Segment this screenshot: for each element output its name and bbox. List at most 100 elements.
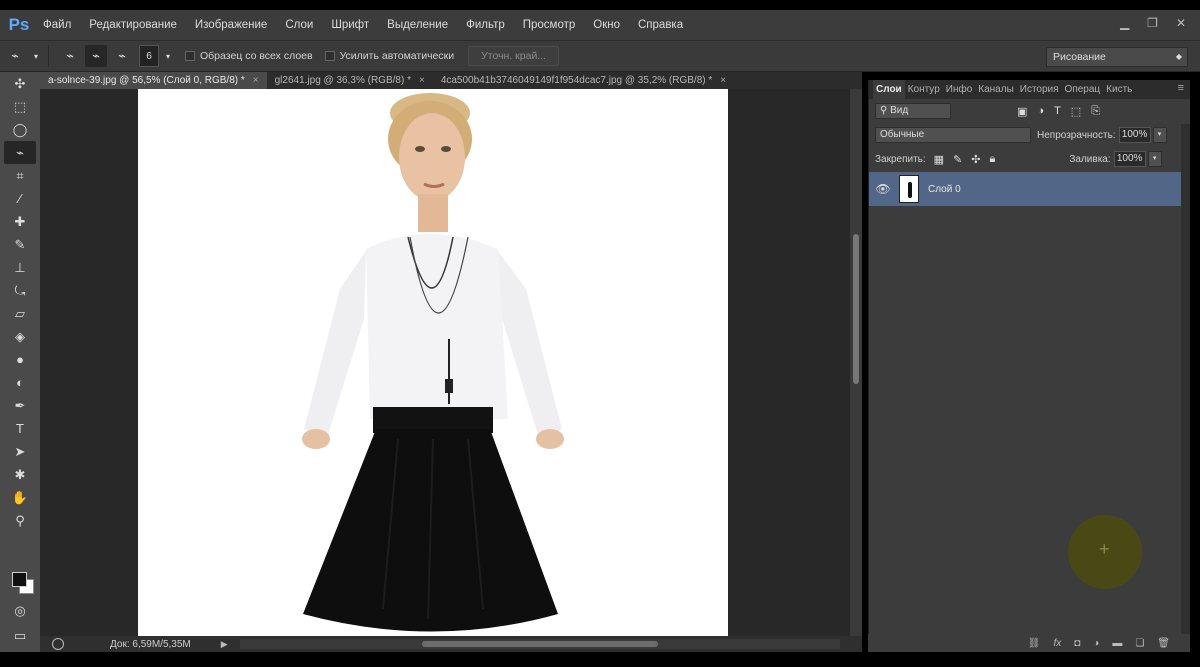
lasso-tool-icon[interactable]: ◯ [0, 118, 40, 141]
opacity-dropdown-icon[interactable]: ▾ [1152, 127, 1167, 143]
workspace-select[interactable]: Рисование ◆ [1046, 47, 1188, 67]
menu-window[interactable]: Окно [584, 10, 629, 40]
close-icon[interactable]: ✕ [1176, 16, 1186, 30]
lock-transparency-icon[interactable]: ▦ [934, 153, 944, 166]
move-tool-icon[interactable]: ✣ [0, 72, 40, 95]
type-tool-icon[interactable]: T [0, 417, 40, 440]
tab-layers[interactable]: Слои [873, 80, 905, 99]
document-size-info: Док: 6,59M/5,35M [110, 638, 191, 650]
add-mask-icon[interactable]: ◘ [1074, 638, 1080, 649]
shape-layer-filter-icon[interactable]: ⬚ [1071, 105, 1081, 118]
close-tab-icon[interactable]: × [419, 72, 425, 89]
restore-icon[interactable]: ❐ [1147, 16, 1158, 30]
eraser-tool-icon[interactable]: ▱ [0, 302, 40, 325]
menu-help[interactable]: Справка [629, 10, 692, 40]
paint-bucket-tool-icon[interactable]: ◈ [0, 325, 40, 348]
path-selection-tool-icon[interactable]: ➤ [0, 440, 40, 463]
quick-selection-preset-icon[interactable]: ⌁ [4, 45, 26, 67]
lock-position-icon[interactable]: ✣ [971, 153, 980, 166]
tab-info[interactable]: Инфо [943, 80, 976, 99]
brush-tool-icon[interactable]: ✎ [0, 233, 40, 256]
tools-panel: ✣ ⬚ ◯ ⌁ ⌗ ⁄ ✚ ✎ ⊥ ⤿ ▱ ◈ ● ◐ ✒ T ➤ ✱ ✋ ⚲ … [0, 72, 40, 652]
tab-history[interactable]: История [1017, 80, 1062, 99]
new-layer-icon[interactable]: ❏ [1135, 638, 1144, 649]
menu-file[interactable]: Файл [34, 10, 80, 40]
status-menu-arrow-icon[interactable]: ▶ [221, 639, 228, 650]
canvas-area[interactable] [40, 89, 850, 636]
brush-size-picker[interactable]: 6 [139, 45, 159, 67]
subtract-from-selection-icon[interactable]: ⌁ [111, 45, 133, 67]
menu-layers[interactable]: Слои [276, 10, 322, 40]
history-brush-tool-icon[interactable]: ⤿ [0, 279, 40, 302]
foreground-color-swatch[interactable] [12, 572, 27, 587]
adjustment-layer-filter-icon[interactable]: ◑ [1037, 105, 1044, 118]
menu-filter[interactable]: Фильтр [457, 10, 514, 40]
menu-type[interactable]: Шрифт [322, 10, 378, 40]
link-layers-icon[interactable]: ⛓ [1028, 638, 1041, 649]
lock-pixels-icon[interactable]: ✎ [953, 153, 962, 166]
type-layer-filter-icon[interactable]: T [1054, 105, 1061, 118]
clone-stamp-tool-icon[interactable]: ⊥ [0, 256, 40, 279]
dodge-tool-icon[interactable]: ◐ [0, 371, 40, 394]
auto-enhance-checkbox[interactable] [324, 51, 335, 61]
photoshop-logo: Ps [8, 15, 30, 34]
layer-name: Слой 0 [928, 183, 961, 195]
tab-paths[interactable]: Контур [905, 80, 943, 99]
menu-edit[interactable]: Редактирование [80, 10, 186, 40]
menu-image[interactable]: Изображение [186, 10, 276, 40]
eyedropper-tool-icon[interactable]: ⁄ [0, 187, 40, 210]
pixel-layer-filter-icon[interactable]: ▣ [1017, 105, 1027, 118]
zoom-level-icon[interactable] [52, 638, 64, 650]
pen-tool-icon[interactable]: ✒ [0, 394, 40, 417]
tab-brush[interactable]: Кисть [1103, 80, 1135, 99]
opacity-input[interactable]: 100% [1118, 127, 1151, 143]
screen-mode-icon[interactable]: ▭ [10, 624, 30, 647]
marquee-tool-icon[interactable]: ⬚ [0, 95, 40, 118]
custom-shape-tool-icon[interactable]: ✱ [0, 463, 40, 486]
blur-tool-icon[interactable]: ● [0, 348, 40, 371]
adjustment-layer-icon[interactable]: ◑ [1093, 638, 1099, 649]
layer-filter-row: ⚲ Вид ▣ ◑ T ⬚ ⎘ [869, 99, 1190, 123]
delete-layer-icon[interactable]: 🗑︎ [1157, 638, 1170, 649]
new-group-icon[interactable]: ▬ [1112, 638, 1122, 649]
blend-mode-select[interactable]: Обычные [875, 127, 1031, 143]
layer-style-fx-icon[interactable]: fx [1053, 638, 1061, 649]
close-tab-icon[interactable]: × [253, 72, 259, 89]
scrollbar-thumb[interactable] [422, 641, 658, 647]
panel-scrollbar[interactable] [1181, 124, 1190, 652]
healing-brush-tool-icon[interactable]: ✚ [0, 210, 40, 233]
fill-input[interactable]: 100% [1113, 151, 1146, 167]
canvas-horizontal-scrollbar[interactable] [240, 639, 840, 649]
layer-row[interactable]: 👁︎ Слой 0 [869, 172, 1181, 206]
quick-selection-tool-icon[interactable]: ⌁ [4, 141, 36, 164]
crop-tool-icon[interactable]: ⌗ [0, 164, 40, 187]
canvas-vertical-scrollbar[interactable] [850, 89, 862, 636]
menu-view[interactable]: Просмотр [514, 10, 585, 40]
visibility-eye-icon[interactable]: 👁︎ [869, 182, 897, 196]
tab-document-3[interactable]: 4ca500b41b3746049149f1f954dcac7.jpg @ 35… [433, 72, 734, 89]
preset-dropdown-arrow-icon[interactable]: ▾ [30, 45, 42, 67]
tab-channels[interactable]: Каналы [975, 80, 1017, 99]
document-canvas[interactable] [138, 89, 728, 636]
tab-document-1[interactable]: a-solnce-39.jpg @ 56,5% (Слой 0, RGB/8) … [40, 72, 267, 89]
brush-picker-arrow-icon[interactable]: ▾ [163, 45, 173, 67]
menu-bar: Ps Файл Редактирование Изображение Слои … [0, 10, 1200, 40]
panel-menu-icon[interactable]: ≡ [1178, 82, 1184, 94]
quick-mask-icon[interactable]: ◎ [10, 599, 30, 622]
zoom-tool-icon[interactable]: ⚲ [0, 509, 40, 532]
smart-object-filter-icon[interactable]: ⎘ [1091, 105, 1100, 118]
refine-edge-button[interactable]: Уточн. край... [468, 46, 560, 66]
layer-filter-select[interactable]: ⚲ Вид [875, 103, 951, 119]
close-tab-icon[interactable]: × [720, 72, 726, 89]
minimize-icon[interactable]: ▁ [1120, 16, 1129, 30]
scrollbar-thumb[interactable] [853, 234, 859, 384]
tab-actions[interactable]: Операц [1062, 80, 1104, 99]
hand-tool-icon[interactable]: ✋ [0, 486, 40, 509]
tab-document-2[interactable]: gl2641.jpg @ 36,3% (RGB/8) * × [267, 72, 433, 89]
menu-select[interactable]: Выделение [378, 10, 457, 40]
sample-all-layers-checkbox[interactable] [185, 51, 195, 61]
lock-all-icon[interactable]: 🔒︎ [990, 153, 996, 166]
new-selection-icon[interactable]: ⌁ [59, 45, 81, 67]
fill-dropdown-icon[interactable]: ▾ [1147, 151, 1162, 167]
add-to-selection-icon[interactable]: ⌁ [85, 45, 107, 67]
